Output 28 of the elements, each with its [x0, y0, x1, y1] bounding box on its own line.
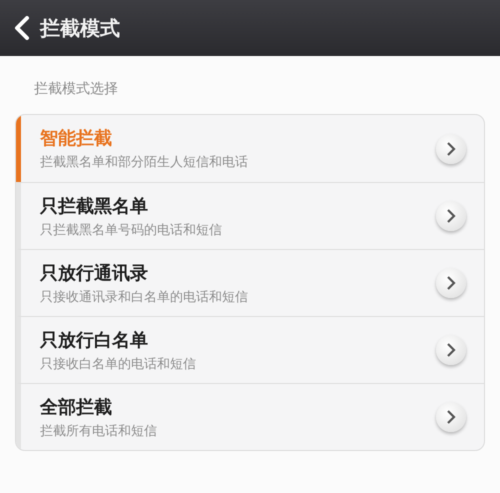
mode-description: 拦截黑名单和部分陌生人短信和电话: [40, 154, 249, 171]
chevron-button[interactable]: [436, 335, 466, 365]
mode-title: 全部拦截: [40, 396, 113, 418]
mode-title: 只放行通讯录: [40, 262, 149, 284]
chevron-button[interactable]: [436, 402, 466, 432]
mode-description: 只接收白名单的电话和短信: [40, 356, 197, 372]
chevron-button[interactable]: [436, 201, 466, 231]
chevron-right-icon: [446, 209, 456, 223]
chevron-right-icon: [446, 410, 456, 424]
section-label: 拦截模式选择: [33, 80, 119, 99]
mode-item[interactable]: 只放行通讯录 只接收通讯录和白名单的电话和短信: [16, 249, 484, 316]
mode-item[interactable]: 只拦截黑名单 只拦截黑名单号码的电话和短信: [16, 182, 484, 249]
mode-title: 只放行白名单: [40, 328, 149, 352]
mode-item[interactable]: 全部拦截 拦截所有电话和短信: [16, 383, 484, 450]
chevron-right-icon: [446, 343, 456, 357]
mode-title: 智能拦截: [40, 127, 113, 150]
back-icon: [14, 16, 30, 40]
chevron-button[interactable]: [436, 268, 466, 298]
page-title: 拦截模式: [40, 14, 120, 42]
mode-item[interactable]: 只放行白名单 只接收白名单的电话和短信: [16, 316, 484, 383]
chevron-button[interactable]: [436, 134, 466, 164]
mode-description: 只拦截黑名单号码的电话和短信: [40, 222, 223, 238]
mode-description: 拦截所有电话和短信: [40, 422, 158, 440]
back-button[interactable]: [14, 16, 30, 40]
mode-description: 只接收通讯录和白名单的电话和短信: [40, 288, 249, 306]
chevron-right-icon: [446, 276, 456, 290]
chevron-right-icon: [446, 142, 456, 156]
mode-title: 只拦截黑名单: [40, 194, 149, 218]
